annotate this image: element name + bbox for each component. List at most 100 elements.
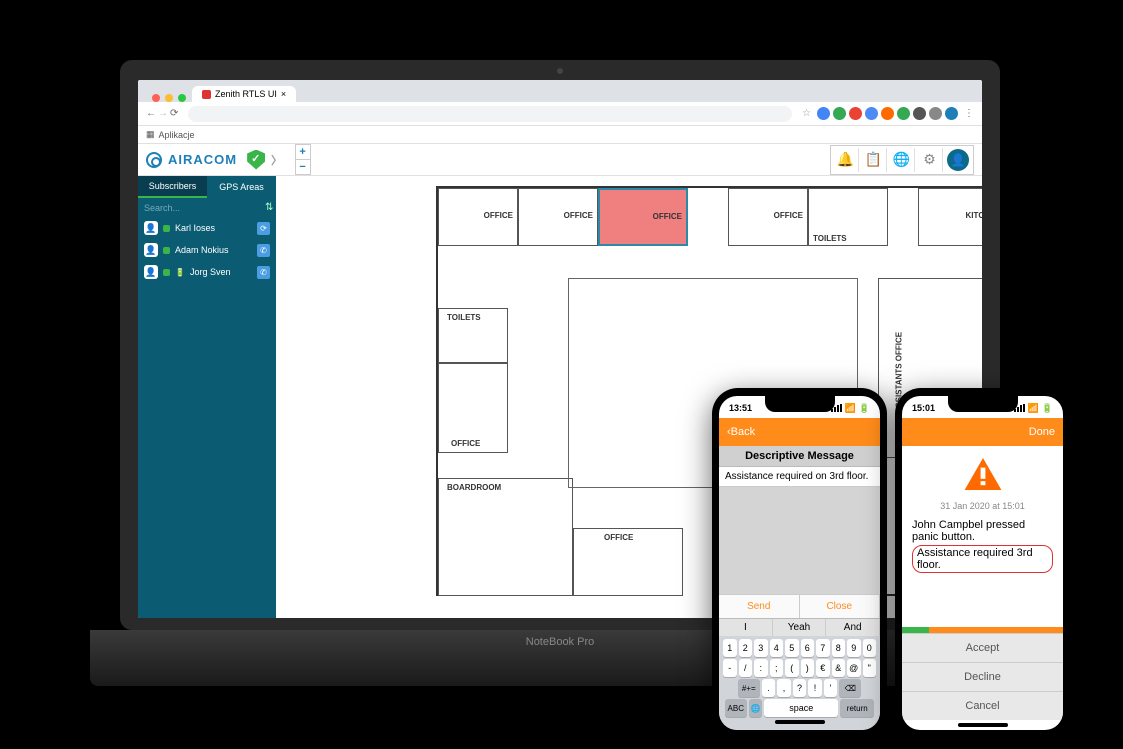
window-controls[interactable] — [146, 94, 192, 102]
clipboard-icon[interactable]: 📋 — [861, 148, 887, 172]
bookmarks-label[interactable]: Aplikacje — [159, 130, 195, 140]
key[interactable]: : — [754, 659, 768, 677]
alert-highlight: Assistance required 3rd floor. — [912, 545, 1053, 573]
room-toilets: TOILETS — [438, 308, 508, 363]
key[interactable]: 5 — [785, 639, 799, 657]
back-icon[interactable]: ← — [146, 108, 156, 119]
header-actions: 🔔 📋 🌐 ⚙ 👤 — [830, 145, 974, 175]
suggestion[interactable]: And — [826, 619, 880, 636]
key[interactable]: 2 — [739, 639, 753, 657]
ext-icon[interactable] — [849, 107, 862, 120]
reload-icon[interactable]: ⟳ — [170, 108, 178, 119]
subscriber-item[interactable]: 👤 Karl Ioses ⟳ — [138, 217, 276, 239]
zoom-out-button[interactable]: − — [296, 160, 310, 174]
phone-mockup-1: 13:51 📶 🔋 ‹Back Descriptive Message Assi… — [712, 388, 887, 738]
key[interactable]: ' — [824, 679, 838, 697]
home-indicator[interactable] — [958, 723, 1008, 727]
address-bar[interactable] — [188, 106, 792, 122]
phone-icon[interactable]: ✆ — [257, 266, 270, 279]
key[interactable]: - — [723, 659, 737, 677]
subscriber-item[interactable]: 👤 🔋 Jorg Sven ✆ — [138, 261, 276, 283]
key[interactable]: ? — [793, 679, 807, 697]
chevron-right-icon[interactable]: 〉 — [271, 152, 283, 168]
brand-name: AIRACOM — [168, 152, 237, 167]
key[interactable]: ! — [808, 679, 822, 697]
close-icon[interactable] — [152, 94, 160, 102]
key[interactable]: 6 — [801, 639, 815, 657]
ext-icon[interactable] — [833, 107, 846, 120]
tab-gps-areas[interactable]: GPS Areas — [207, 176, 276, 198]
done-button[interactable]: Done — [1029, 426, 1055, 438]
webcam-dot — [557, 68, 563, 74]
home-indicator[interactable] — [775, 720, 825, 724]
ext-icon[interactable] — [897, 107, 910, 120]
tab-close-icon[interactable]: × — [281, 89, 286, 99]
apps-icon[interactable]: ▦ — [146, 129, 155, 140]
key[interactable]: € — [816, 659, 830, 677]
user-avatar[interactable]: 👤 — [945, 148, 971, 172]
key[interactable]: ; — [770, 659, 784, 677]
browser-tab-strip: Zenith RTLS UI × — [138, 80, 982, 102]
ext-icon[interactable] — [865, 107, 878, 120]
star-icon[interactable]: ☆ — [802, 108, 811, 119]
key[interactable]: 1 — [723, 639, 737, 657]
ext-icon[interactable] — [817, 107, 830, 120]
key[interactable]: ( — [785, 659, 799, 677]
key[interactable]: 3 — [754, 639, 768, 657]
key[interactable]: 9 — [847, 639, 861, 657]
close-button[interactable]: Close — [800, 595, 881, 618]
zoom-in-button[interactable]: + — [296, 145, 310, 160]
globe-icon[interactable]: 🌐 — [889, 148, 915, 172]
decline-button[interactable]: Decline — [902, 662, 1063, 691]
tab-subscribers[interactable]: Subscribers — [138, 176, 207, 198]
key-backspace-icon[interactable]: ⌫ — [839, 679, 861, 697]
profile-icon[interactable] — [945, 107, 958, 120]
key[interactable]: @ — [847, 659, 861, 677]
message-input[interactable]: Assistance required on 3rd floor. — [719, 467, 880, 487]
key-globe-icon[interactable]: 🌐 — [749, 699, 763, 717]
key[interactable]: ) — [801, 659, 815, 677]
maximize-icon[interactable] — [178, 94, 186, 102]
key[interactable]: / — [739, 659, 753, 677]
wifi-icon: 📶 — [1028, 403, 1039, 414]
key[interactable]: & — [832, 659, 846, 677]
ext-icon[interactable] — [913, 107, 926, 120]
key[interactable]: 8 — [832, 639, 846, 657]
suggestion[interactable]: Yeah — [773, 619, 827, 636]
location-icon[interactable]: ⟳ — [257, 222, 270, 235]
key-abc[interactable]: ABC — [725, 699, 747, 717]
subscriber-item[interactable]: 👤 Adam Nokius ✆ — [138, 239, 276, 261]
alert-message: John Campbel pressed panic button. Assis… — [902, 513, 1063, 579]
room-office-alert[interactable]: OFFICE — [598, 188, 688, 246]
sidebar: Subscribers GPS Areas ⇅ ▽ 👤 Karl Ioses — [138, 176, 276, 618]
key-numtoggle[interactable]: #+= — [738, 679, 760, 697]
suggestion[interactable]: I — [719, 619, 773, 636]
accept-button[interactable]: Accept — [902, 633, 1063, 662]
cancel-button[interactable]: Cancel — [902, 691, 1063, 720]
ext-icon[interactable] — [881, 107, 894, 120]
phone-mockup-2: 15:01 📶 🔋 Done 31 Jan 2020 at 15:01 John… — [895, 388, 1070, 738]
key[interactable]: 0 — [863, 639, 877, 657]
sort-icon[interactable]: ⇅ — [265, 202, 273, 213]
phone-icon[interactable]: ✆ — [257, 244, 270, 257]
gear-icon[interactable]: ⚙ — [917, 148, 943, 172]
search-input[interactable] — [144, 203, 261, 213]
ext-icon[interactable] — [929, 107, 942, 120]
browser-tab[interactable]: Zenith RTLS UI × — [192, 86, 296, 102]
menu-icon[interactable]: ⋮ — [964, 108, 974, 119]
key-return[interactable]: return — [840, 699, 874, 717]
key[interactable]: . — [762, 679, 776, 697]
minimize-icon[interactable] — [165, 94, 173, 102]
send-button[interactable]: Send — [719, 595, 800, 618]
forward-icon[interactable]: → — [158, 108, 168, 119]
key[interactable]: " — [863, 659, 877, 677]
laptop-mockup: Zenith RTLS UI × ← → ⟳ ☆ — [90, 60, 1030, 700]
phone1-screen: 13:51 📶 🔋 ‹Back Descriptive Message Assi… — [719, 396, 880, 730]
alert-line1: John Campbel pressed panic button. — [912, 519, 1053, 543]
key[interactable]: 7 — [816, 639, 830, 657]
key[interactable]: 4 — [770, 639, 784, 657]
key-space[interactable]: space — [764, 699, 838, 717]
back-button[interactable]: ‹Back — [727, 426, 755, 438]
key[interactable]: , — [777, 679, 791, 697]
bell-icon[interactable]: 🔔 — [833, 148, 859, 172]
